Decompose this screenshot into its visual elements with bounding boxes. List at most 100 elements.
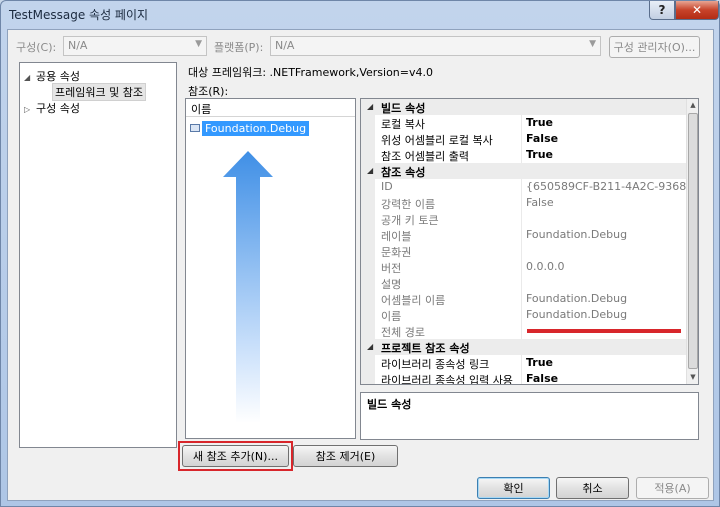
property-row[interactable]: 버전 0.0.0.0 [361,259,686,275]
apply-button[interactable]: 적용(A) [636,477,709,499]
category-label: 빌드 속성 [381,102,426,115]
property-description-pane: 빌드 속성 [360,392,699,440]
property-row[interactable]: ID {650589CF-B211-4A2C-9368-2E8 [361,179,686,195]
property-grid-scrollbar[interactable]: ▲ ▼ [686,99,698,384]
redaction-mark [527,329,681,333]
tree-item-common-properties[interactable]: ◢ 공용 속성 [24,68,80,84]
column-divider [521,355,522,371]
property-row[interactable]: 공개 키 토큰 [361,211,686,227]
up-arrow-annotation [223,151,273,423]
property-row[interactable]: 참조 어셈블리 출력 True [361,147,686,163]
property-grid[interactable]: ◢ 빌드 속성로컬 복사 True 위성 어셈블리 로컬 복사 False 참조 어셈블리… [360,98,699,385]
property-value[interactable]: True [526,148,686,161]
tree-item-framework-references[interactable]: 프레임워크 및 참조 [52,83,146,101]
property-row[interactable]: 어셈블리 이름 Foundation.Debug [361,291,686,307]
dialog-body: 구성(C): N/A ▼ 플랫폼(P): N/A ▼ 구성 관리자(O)... … [7,29,714,501]
remove-reference-button[interactable]: 참조 제거(E) [293,445,398,467]
expand-icon: ▷ [24,105,31,114]
list-column-header[interactable]: 이름 [186,99,355,117]
highlight-box [178,441,293,471]
list-item-label: Foundation.Debug [202,120,310,136]
property-value[interactable]: Foundation.Debug [526,228,686,241]
column-divider [521,275,522,291]
category-label: 참조 속성 [381,166,426,179]
column-divider [521,147,522,163]
property-value[interactable]: {650589CF-B211-4A2C-9368-2E8 [526,180,686,193]
references-label: 참조(R): [188,85,229,98]
property-name: 문화권 [381,246,412,259]
property-value[interactable]: True [526,356,686,369]
column-divider [521,371,522,384]
property-name: 라이브러리 종속성 링크 [381,358,490,371]
column-name-label: 이름 [191,103,212,116]
property-name: 레이블 [381,230,412,243]
property-name: 참조 어셈블리 출력 [381,150,469,163]
collapse-icon[interactable]: ◢ [367,102,373,111]
tree-item-label: 구성 속성 [36,102,80,115]
property-name: 이름 [381,310,402,323]
property-value[interactable]: False [526,372,686,384]
property-value[interactable]: False [526,132,686,145]
column-divider [521,243,522,259]
property-name: 로컬 복사 [381,118,425,131]
collapse-icon[interactable]: ◢ [367,342,373,351]
property-category[interactable]: ◢ 빌드 속성 [361,99,686,115]
property-row[interactable]: 레이블 Foundation.Debug [361,227,686,243]
chevron-down-icon: ▼ [589,39,596,49]
list-item[interactable]: Foundation.Debug [190,120,310,136]
target-framework-text: 대상 프레임워크: .NETFramework,Version=v4.0 [188,66,433,79]
property-row[interactable]: 문화권 [361,243,686,259]
config-manager-button[interactable]: 구성 관리자(O)... [609,36,700,58]
column-divider [521,179,522,195]
property-value[interactable]: True [526,116,686,129]
tree-item-configuration-properties[interactable]: ▷ 구성 속성 [24,100,80,116]
property-row[interactable]: 이름 Foundation.Debug [361,307,686,323]
column-divider [521,195,522,211]
assembly-icon [190,124,200,132]
property-name: 어셈블리 이름 [381,294,446,307]
category-label: 프로젝트 참조 속성 [381,342,470,355]
property-category[interactable]: ◢ 참조 속성 [361,163,686,179]
property-row[interactable]: 라이브러리 종속성 링크 True [361,355,686,371]
property-category[interactable]: ◢ 프로젝트 참조 속성 [361,339,686,355]
property-row[interactable]: 강력한 이름 False [361,195,686,211]
ok-button[interactable]: 확인 [477,477,550,499]
column-divider [521,227,522,243]
cancel-button[interactable]: 취소 [556,477,629,499]
property-name: 전체 경로 [381,326,425,339]
property-value[interactable]: 0.0.0.0 [526,260,686,273]
platform-label: 플랫폼(P): [214,41,264,54]
close-button[interactable]: ✕ [675,1,719,20]
platform-value: N/A [275,39,295,52]
property-name: 버전 [381,262,402,275]
collapse-icon[interactable]: ◢ [367,166,373,175]
scroll-down-icon[interactable]: ▼ [687,371,698,384]
property-name: 위성 어셈블리 로컬 복사 [381,134,493,147]
description-title: 빌드 속성 [367,398,412,411]
property-value[interactable]: False [526,196,686,209]
config-combo[interactable]: N/A ▼ [63,36,207,56]
config-value: N/A [68,39,88,52]
column-divider [521,259,522,275]
config-label: 구성(C): [16,41,57,54]
tree-item-label: 공용 속성 [36,70,80,83]
property-value[interactable]: Foundation.Debug [526,308,686,321]
references-list[interactable]: 이름 Foundation.Debug [185,98,356,439]
column-divider [521,291,522,307]
platform-combo[interactable]: N/A ▼ [270,36,601,56]
close-icon: ✕ [691,3,703,17]
property-row[interactable]: 라이브러리 종속성 입력 사용 False [361,371,686,384]
help-button[interactable]: ? [649,1,675,20]
window-title: TestMessage 속성 페이지 [9,8,149,22]
property-row[interactable]: 설명 [361,275,686,291]
property-row[interactable]: 로컬 복사 True [361,115,686,131]
property-row[interactable]: 전체 경로 [361,323,686,339]
scroll-thumb[interactable] [688,113,698,369]
scroll-up-icon[interactable]: ▲ [687,99,698,112]
property-name: ID [381,180,393,193]
property-row[interactable]: 위성 어셈블리 로컬 복사 False [361,131,686,147]
help-icon: ? [658,3,666,17]
tree-item-label: 프레임워크 및 참조 [55,86,143,99]
property-value[interactable]: Foundation.Debug [526,292,686,305]
title-bar[interactable]: TestMessage 속성 페이지 ? ✕ [1,1,719,25]
